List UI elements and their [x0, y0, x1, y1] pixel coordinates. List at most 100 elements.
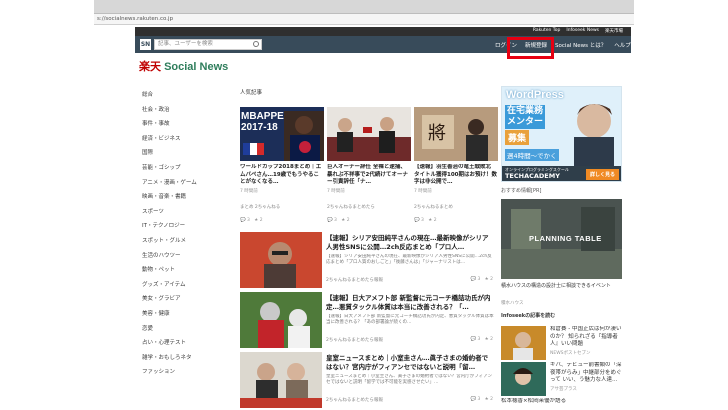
article-source[interactable]: 2ちゃんねるまとめたら報報 — [326, 277, 383, 283]
article-thumbnail[interactable] — [240, 352, 322, 408]
article-title[interactable]: ワールドカップ2018まとめ｜エムバペさん…19歳でもうやることがなくなる… — [240, 164, 324, 187]
comment-count: 3 — [247, 218, 250, 223]
article-card[interactable]: MBAPPE 2017-18 ワールドカップ2018まとめ｜エムバペさん…19歳… — [240, 107, 324, 223]
article-source[interactable]: 2ちゃんねるまとめたら — [327, 204, 411, 210]
side-article-thumbnail[interactable] — [501, 362, 546, 396]
article-thumbnail[interactable]: 將 — [414, 107, 498, 161]
article-card[interactable]: 巨人オーナー辞任 全裸と逮捕、暴れぶ不祥事で2代続けてオーナー引責辞任「ナ… 7… — [327, 107, 411, 223]
address-bar[interactable]: s://socialnews.rakuten.co.jp — [94, 14, 634, 25]
article-card[interactable]: 將 【速報】羽生善治の竜王戦敗北 タイトル獲得100期はお預け！数字は非公開で…… — [414, 107, 498, 223]
planning-caption[interactable]: 積水ハウスの構造の設計士に相談できるイベント — [501, 283, 622, 290]
sidebar-item[interactable]: スポット・グルメ — [142, 236, 222, 251]
top-link-strip: Rakuten Top Infoseek News 楽天市場 — [135, 27, 631, 36]
article-counts: 💬 3 ★ 2 — [327, 218, 350, 223]
comment-count: 3 — [477, 277, 481, 282]
side-article-title[interactable]: 松本穂香×松岡茉優が語る — [501, 398, 622, 410]
side-article-source: アサ芸プラス — [550, 387, 577, 392]
article-time: 7 時間前 — [327, 189, 345, 194]
category-sidebar: 総合 社会・政治 事件・事故 経済・ビジネス 国際 芸能・ゴシップ アニメ・漫画… — [142, 90, 222, 382]
article-counts: 💬 3 ★ 2 — [470, 277, 493, 282]
infoseek-news-link[interactable]: Infoseek News — [566, 28, 599, 34]
sidebar-item[interactable]: 映画・音楽・書籍 — [142, 192, 222, 207]
side-article[interactable]: 和倉賽 - 中国正広は何が凄いのか？ 知られざる『指導者人』いい問題 NEWSポ… — [501, 326, 622, 362]
article-counts: 💬 3 ★ 2 — [470, 397, 493, 402]
article-counts: 💬 3 ★ 2 — [414, 218, 437, 223]
popular-articles-heading: 人気記事 — [240, 90, 263, 96]
help-link[interactable]: ヘルプ — [614, 41, 631, 49]
ad-subtitle-line: 在宅業務 — [507, 106, 544, 116]
sidebar-item[interactable]: 総合 — [142, 90, 222, 105]
sidebar-item[interactable]: 雑学・おもしろネタ — [142, 353, 222, 368]
rakuten-top-link[interactable]: Rakuten Top — [533, 28, 561, 34]
article-time: 7 時間前 — [414, 189, 432, 194]
like-count: 2 — [346, 218, 350, 223]
like-count: 2 — [490, 397, 493, 402]
social-news-logo-text: Social News — [164, 61, 229, 73]
about-link[interactable]: Social News とは？ — [555, 41, 606, 49]
article-source[interactable]: まとめ 2ちゃんねる — [240, 204, 324, 210]
article-row[interactable]: 【速報】シリア安田純平さんの現在…最新映像がシリア人男性SNSに公開…2ch反応… — [240, 232, 495, 290]
planning-table-image[interactable]: PLANNING TABLE — [501, 199, 622, 279]
article-source[interactable]: 2ちゃんねるまとめ — [414, 204, 498, 210]
register-highlight-box — [507, 37, 554, 59]
advertisement-banner[interactable]: WordPress 在宅業務 メンター 募集 週4時間〜でかく オンラインプログ… — [501, 86, 622, 182]
article-source[interactable]: 2ちゃんねるまとめたら報報 — [326, 397, 383, 403]
sidebar-item[interactable]: 社会・政治 — [142, 105, 222, 120]
sidebar-item[interactable]: 美女・グラビア — [142, 294, 222, 309]
side-article-title[interactable]: ギバ、デビュー前書類の「深夜帯がらみ」中継部分をめぐって いい、う魅力な人達… — [550, 362, 622, 385]
article-thumbnail[interactable] — [240, 292, 322, 348]
article-thumbnail[interactable] — [327, 107, 411, 161]
sidebar-item[interactable]: ファッション — [142, 367, 222, 382]
sidebar-item[interactable]: アニメ・漫画・ゲーム — [142, 178, 222, 193]
article-row[interactable]: 【速報】日大アメフト部 新監督に元コーチ橋詰功氏が内定…悪質タックル体質は本当に… — [240, 292, 495, 350]
sidebar-item[interactable]: グッズ・アイテム — [142, 280, 222, 295]
article-title[interactable]: 皇室ニュースまとめ｜小室圭さん…眞子さまの婚約者ではない？宮内庁がフィアンセでは… — [326, 354, 494, 373]
search-placeholder: 記事、ユーザーを検索 — [158, 41, 213, 47]
sidebar-item[interactable]: 美容・健康 — [142, 309, 222, 324]
planning-image-text: PLANNING TABLE — [529, 234, 602, 243]
sidebar-item[interactable]: 事件・事故 — [142, 119, 222, 134]
side-article-thumbnail[interactable] — [501, 326, 546, 360]
like-count: 2 — [490, 337, 493, 342]
article-time: 7 時間前 — [240, 189, 258, 194]
sidebar-item[interactable]: 生活のハウツー — [142, 251, 222, 266]
svg-text:將: 將 — [428, 123, 446, 144]
side-article[interactable]: 松本穂香×松岡茉優が語る — [501, 398, 622, 410]
comment-count: 3 — [477, 397, 481, 402]
ad-pill: 募集 — [505, 130, 530, 145]
article-thumbnail[interactable] — [240, 232, 322, 288]
article-description: 【速報】日大アメフト部 新監督に元コーチ橋詰功氏が内定、悪質タックル体質は本当に… — [326, 314, 494, 325]
article-source[interactable]: 2ちゃんねるまとめたら報報 — [326, 337, 383, 343]
like-count: 2 — [259, 218, 263, 223]
ad-details-button[interactable]: 詳しく見る — [585, 169, 619, 180]
search-icon[interactable] — [253, 41, 259, 47]
article-title[interactable]: 【速報】シリア安田純平さんの現在…最新映像がシリア人男性SNSに公開…2ch反応… — [326, 234, 494, 253]
article-row[interactable]: 皇室ニュースまとめ｜小室圭さん…眞子さまの婚約者ではない？宮内庁がフィアンセでは… — [240, 352, 495, 410]
ad-subtitle-line: メンター — [507, 117, 544, 127]
search-input[interactable]: 記事、ユーザーを検索 — [154, 39, 262, 50]
article-title[interactable]: 【速報】羽生善治の竜王戦敗北 タイトル獲得100期はお預け！数字は非公開で… — [414, 164, 498, 187]
comment-count: 3 — [421, 218, 424, 223]
address-text: s://socialnews.rakuten.co.jp — [97, 16, 174, 22]
site-logo[interactable]: 楽天 Social News — [139, 58, 228, 74]
sidebar-item[interactable]: 動物・ペット — [142, 265, 222, 280]
sidebar-item[interactable]: IT・テクノロジー — [142, 221, 222, 236]
site-navbar: SN 記事、ユーザーを検索 ログイン 新規登録 Social News とは？ … — [135, 36, 631, 53]
sn-logo[interactable]: SN — [140, 39, 151, 50]
article-title[interactable]: 巨人オーナー辞任 全裸と逮捕、暴れぶ不祥事で2代続けてオーナー引責辞任「ナ… — [327, 164, 411, 187]
article-title[interactable]: 【速報】日大アメフト部 新監督に元コーチ橋詰功氏が内定…悪質タックル体質は本当に… — [326, 294, 494, 313]
recommended-label: おすすめ情報[PR] — [501, 188, 542, 194]
ad-footer-brand: TECHACADEMY — [505, 172, 560, 180]
sidebar-item[interactable]: スポーツ — [142, 207, 222, 222]
article-thumbnail[interactable]: MBAPPE 2017-18 — [240, 107, 324, 161]
like-count: 2 — [433, 218, 437, 223]
sidebar-item[interactable]: 経済・ビジネス — [142, 134, 222, 149]
sidebar-item[interactable]: 占い・心理テスト — [142, 338, 222, 353]
rakuten-ichiba-link[interactable]: 楽天市場 — [605, 28, 623, 34]
sidebar-item[interactable]: 芸能・ゴシップ — [142, 163, 222, 178]
side-article-title[interactable]: 和倉賽 - 中国正広は何が凄いのか？ 知られざる『指導者人』いい問題 — [550, 326, 622, 349]
side-article[interactable]: ギバ、デビュー前書類の「深夜帯がらみ」中継部分をめぐって いい、う魅力な人達… … — [501, 362, 622, 398]
side-article-source: NEWSポストセブン — [550, 351, 591, 356]
sidebar-item[interactable]: 恋愛 — [142, 324, 222, 339]
sidebar-item[interactable]: 国際 — [142, 148, 222, 163]
